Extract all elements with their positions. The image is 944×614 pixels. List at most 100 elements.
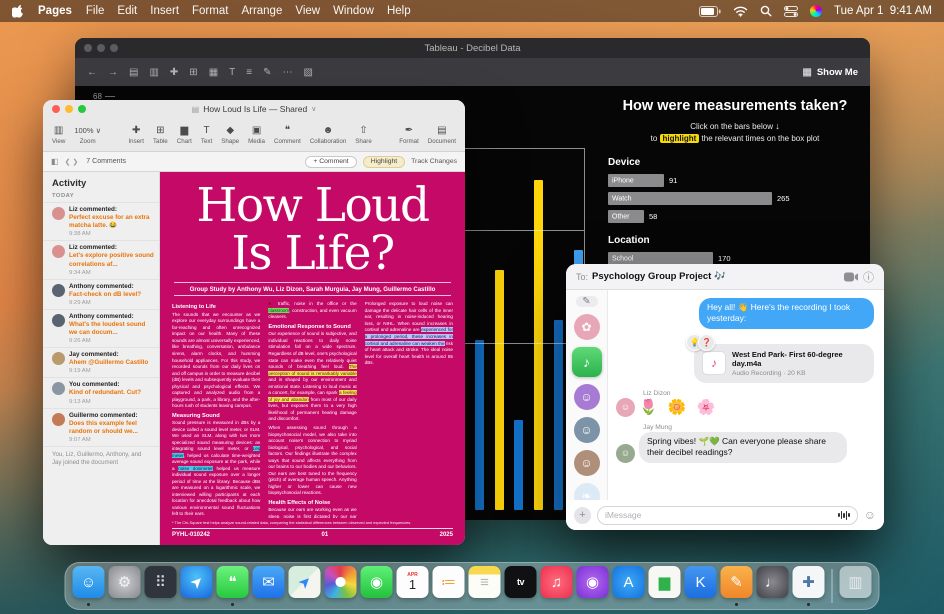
dock-calendar[interactable]: APR1 (397, 566, 429, 606)
comment-item[interactable]: You commented:Kind of redundant. Cut?9:1… (43, 377, 159, 407)
dock-numbers[interactable]: ▆ (649, 566, 681, 606)
highlight-button[interactable]: Highlight (363, 156, 405, 168)
compose-icon[interactable]: ✎ (576, 296, 598, 307)
boxplot-bar[interactable] (514, 420, 523, 510)
traffic-lights[interactable] (52, 105, 86, 113)
purple-avatar[interactable]: ☺ (574, 384, 600, 410)
toolbar-document-button[interactable]: ▤Document (428, 125, 456, 145)
toolbar-table-button[interactable]: ⊞Table (153, 125, 168, 145)
boxplot-bar[interactable] (475, 340, 484, 510)
comment-nav-arrows[interactable]: ❮❯ (65, 158, 81, 166)
chat-transcript[interactable]: Hey all! 👋 Here's the recording I took y… (608, 290, 884, 500)
bar-row-watch[interactable]: Watch265 (608, 192, 862, 205)
toolbar-insert-button[interactable]: ✚Insert (128, 125, 143, 145)
audio-file-card[interactable]: ♪ West End Park- First 60-degree day.m4a… (694, 344, 874, 383)
liz-avatar[interactable]: ☺ (616, 398, 635, 417)
audio-waveform-icon[interactable] (838, 511, 850, 520)
title-caret-icon[interactable]: ∨ (311, 105, 316, 113)
tableau-tool-icon-11[interactable]: ⋯ (282, 67, 292, 78)
dock-tv[interactable]: tv (505, 566, 537, 606)
toolbar-text-button[interactable]: TText (201, 125, 212, 145)
audio-attachment[interactable]: 💡 ❓ ♪ West End Park- First 60-degree day… (694, 344, 874, 383)
toolbar-shape-button[interactable]: ◆Shape (221, 125, 239, 145)
portrait-avatar-2[interactable]: ☺ (574, 450, 600, 476)
flowers-avatar[interactable]: ✿ (574, 314, 600, 340)
toolbar-chart-button[interactable]: ▆Chart (177, 125, 192, 145)
spotlight-search-icon[interactable] (760, 5, 772, 17)
tableau-tool-icon-6[interactable]: ⊞ (189, 67, 197, 78)
toolbar-share-button[interactable]: ⇧Share (355, 125, 372, 145)
menu-insert[interactable]: Insert (150, 5, 179, 17)
tableau-tool-icon-12[interactable]: ▧ (303, 67, 312, 78)
bar-row-other[interactable]: Other58 (608, 210, 862, 223)
comment-item[interactable]: Anthony commented:Fact-check on dB level… (43, 279, 159, 309)
dock-system-settings[interactable]: ⚙ (109, 566, 141, 606)
menu-format[interactable]: Format (192, 5, 228, 17)
comment-item[interactable]: Liz commented:Perfect excuse for an extr… (43, 202, 159, 240)
dock-podcasts[interactable]: ◉ (577, 566, 609, 606)
dock-mail[interactable]: ✉ (253, 566, 285, 606)
dock-messages[interactable]: ❝ (217, 566, 249, 606)
dock-tableau[interactable]: ✚ (793, 566, 825, 606)
outgoing-message-bubble[interactable]: Hey all! 👋 Here's the recording I took y… (699, 298, 874, 329)
tableau-tool-icon-4[interactable]: ▥ (149, 67, 158, 78)
menu-view[interactable]: View (295, 5, 320, 17)
facetime-video-icon[interactable] (844, 272, 859, 282)
menu-help[interactable]: Help (387, 5, 411, 17)
toolbar-zoom-button[interactable]: 100% ∨Zoom (74, 125, 101, 145)
comment-item[interactable]: Liz commented:Let's explore positive sou… (43, 240, 159, 278)
boxplot-bar[interactable] (554, 320, 563, 510)
emoji-picker-icon[interactable]: ☺ (864, 508, 876, 522)
info-icon[interactable]: ⓘ (863, 269, 874, 285)
add-attachment-button[interactable]: + (574, 507, 591, 524)
menu-edit[interactable]: Edit (117, 5, 137, 17)
control-center-icon[interactable] (784, 6, 798, 17)
show-me-button[interactable]: ▦ Show Me (802, 67, 858, 78)
tableau-tool-icon-7[interactable]: ▦ (209, 67, 218, 78)
menu-file[interactable]: File (86, 5, 105, 17)
toolbar-view-button[interactable]: ▥View (52, 125, 65, 145)
dock-app-store[interactable]: A (613, 566, 645, 606)
tableau-tool-icon-8[interactable]: T (229, 67, 235, 78)
track-changes-label[interactable]: Track Changes (411, 158, 457, 165)
pages-window[interactable]: ▤ How Loud Is Life — Shared ∨ ▥View100% … (43, 100, 465, 545)
toolbar-format-button[interactable]: ✒Format (399, 125, 419, 145)
emoji-message[interactable]: 🌷 🌼 🌸 (639, 399, 718, 417)
tableau-tool-icon-10[interactable]: ✎ (263, 67, 271, 78)
battery-icon[interactable] (699, 6, 721, 17)
dock-finder[interactable]: ☺ (73, 566, 105, 606)
incoming-message-bubble[interactable]: Spring vibes! 🌱💚 Can everyone please sha… (639, 432, 847, 463)
tableau-tool-icon-1[interactable]: ← (87, 67, 97, 78)
wifi-icon[interactable] (733, 6, 748, 17)
dock-pages[interactable]: ✎ (721, 566, 753, 606)
dock-notes[interactable]: ≡ (469, 566, 501, 606)
comment-item[interactable]: Anthony commented:What's the loudest sou… (43, 309, 159, 347)
dock-garageband[interactable]: ♩ (757, 566, 789, 606)
dock-reminders[interactable]: ≔ (433, 566, 465, 606)
dock-launchpad[interactable]: ⠿ (145, 566, 177, 606)
active-app-name[interactable]: Pages (38, 5, 72, 17)
apple-logo-icon[interactable] (12, 4, 24, 18)
toolbar-media-button[interactable]: ▣Media (248, 125, 265, 145)
menu-window[interactable]: Window (333, 5, 374, 17)
portrait-avatar-1[interactable]: ☺ (574, 417, 600, 443)
sidebar-toggle-icon[interactable]: ◧ (51, 157, 59, 166)
tableau-tool-icon-2[interactable]: → (108, 67, 118, 78)
dock-keynote[interactable]: K (685, 566, 717, 606)
dock-maps[interactable]: ➤ (289, 566, 321, 606)
music-avatar[interactable]: ♪ (572, 347, 602, 377)
dock-facetime[interactable]: ◉ (361, 566, 393, 606)
menu-clock[interactable]: Tue Apr 1 9:41 AM (834, 5, 932, 17)
dock-music[interactable]: ♫ (541, 566, 573, 606)
add-comment-button[interactable]: + Comment (305, 156, 356, 168)
siri-icon[interactable] (810, 5, 822, 17)
tableau-tool-icon-9[interactable]: ≡ (246, 67, 252, 78)
tapback-question[interactable]: ❓ (698, 334, 715, 351)
dock-safari[interactable]: ➤ (181, 566, 213, 606)
toolbar-collaboration-button[interactable]: ☻Collaboration (310, 125, 346, 145)
imessage-input[interactable] (605, 510, 834, 520)
messages-window[interactable]: To: Psychology Group Project 🎶 ⓘ ✎ ✿♪☺☺☺… (566, 264, 884, 530)
tableau-titlebar[interactable]: Tableau - Decibel Data (75, 38, 870, 58)
comment-item[interactable]: Guillermo commented:Does this example fe… (43, 408, 159, 446)
menu-arrange[interactable]: Arrange (241, 5, 282, 17)
